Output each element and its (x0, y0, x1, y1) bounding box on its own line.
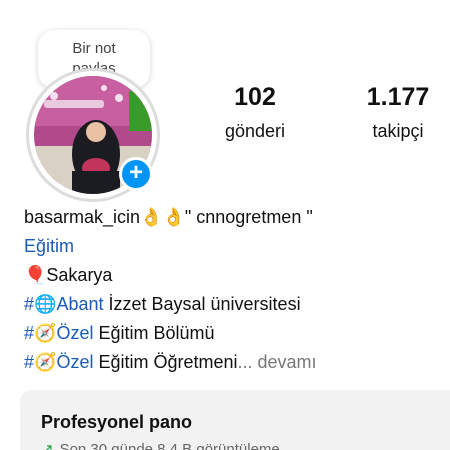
followers-stat[interactable]: 1.177 takipçi (348, 82, 448, 146)
add-story-button[interactable]: + (119, 157, 153, 191)
profile-name: basarmak_icin👌👌" cnnogretmen " (24, 207, 313, 227)
compass-icon: 🧭 (34, 323, 57, 343)
trend-up-icon: ↗ (41, 441, 54, 450)
hashtag-link[interactable]: #🧭Özel (24, 323, 93, 343)
note-text-line1: Bir not (72, 40, 116, 57)
bio-line-university: #🌐Abant İzzet Baysal üniversitesi (24, 294, 301, 314)
dashboard-subtitle: ↗ Son 30 günde 8,4 B görüntüleme (41, 440, 280, 450)
compass-icon: 🧭 (34, 352, 57, 372)
bio-line-department: #🧭Özel Eğitim Bölümü (24, 323, 215, 343)
profile-category[interactable]: Eğitim (24, 232, 444, 261)
profile-bio: basarmak_icin👌👌" cnnogretmen " Eğitim 🎈S… (24, 203, 444, 377)
followers-count: 1.177 (366, 83, 430, 111)
posts-count: 102 (234, 83, 276, 111)
hashtag-link[interactable]: #🌐Abant (24, 294, 103, 314)
hashtag-link[interactable]: #🧭Özel (24, 352, 93, 372)
more-link[interactable]: ... devamı (238, 352, 317, 372)
posts-stat[interactable]: 102 gönderi (205, 82, 305, 146)
dashboard-title: Profesyonel pano (41, 412, 193, 432)
profile-avatar[interactable]: + (26, 68, 160, 202)
globe-icon: 🌐 (34, 294, 57, 314)
posts-label: gönderi (224, 121, 286, 141)
bio-line-profession: #🧭Özel Eğitim Öğretmeni... devamı (24, 352, 317, 372)
profile-location: 🎈Sakarya (24, 265, 113, 285)
plus-icon: + (128, 159, 143, 186)
followers-label: takipçi (372, 121, 424, 141)
professional-dashboard-card[interactable]: Profesyonel pano ↗ Son 30 günde 8,4 B gör… (20, 390, 450, 450)
